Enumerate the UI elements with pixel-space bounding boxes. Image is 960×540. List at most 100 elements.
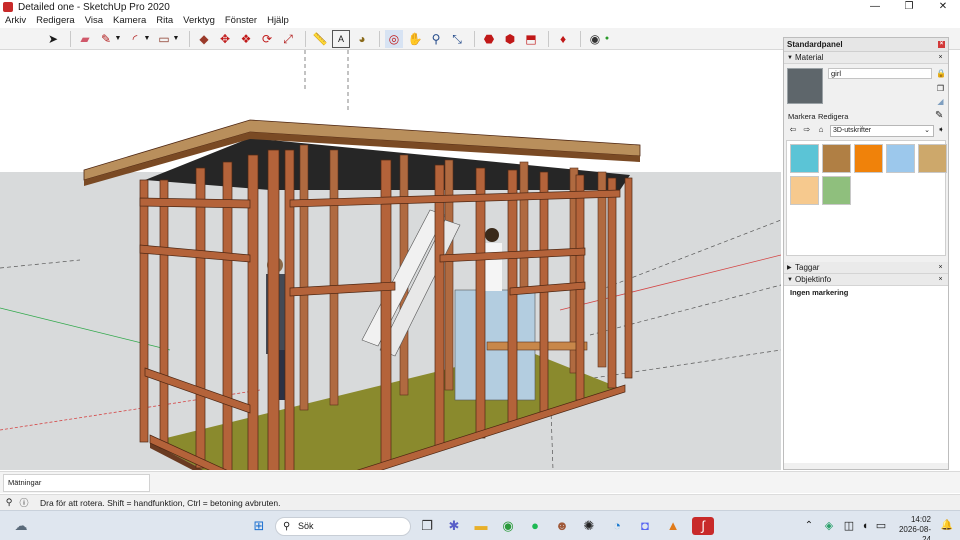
- material-swatch[interactable]: [822, 176, 851, 205]
- chrome-icon[interactable]: ◉: [499, 517, 517, 535]
- menu-verktyg[interactable]: Verktyg: [178, 14, 220, 28]
- file-explorer-icon[interactable]: ▬: [472, 517, 490, 535]
- app-icon[interactable]: ☻: [553, 517, 571, 535]
- weather-icon[interactable]: ☁: [12, 517, 30, 535]
- toolbar-divider: [548, 30, 549, 47]
- tray-app-icon[interactable]: ◈: [820, 517, 838, 535]
- back-icon[interactable]: ⇦: [788, 125, 798, 135]
- orbit-tool-icon[interactable]: ◎: [385, 29, 403, 48]
- forward-icon[interactable]: ⇨: [802, 125, 812, 135]
- tags-header[interactable]: ▶ Taggar ×: [784, 262, 948, 274]
- entity-info-header[interactable]: ▼ Objektinfo ×: [784, 274, 948, 286]
- default-material-icon[interactable]: ◢: [936, 97, 945, 106]
- create-material-icon[interactable]: ❒: [936, 84, 945, 93]
- material-swatch[interactable]: [918, 144, 947, 173]
- system-clock[interactable]: 14:02 2026-08-24: [893, 515, 931, 540]
- menu-bar: Arkiv Redigera Visa Kamera Rita Verktyg …: [0, 14, 960, 28]
- zoom-tool-icon[interactable]: ⚲: [427, 30, 445, 48]
- task-view-icon[interactable]: ❐: [418, 517, 436, 535]
- menu-redigera[interactable]: Redigera: [31, 14, 80, 28]
- sample-paint-icon[interactable]: ✎: [935, 110, 943, 121]
- chevron-up-icon[interactable]: ⌃: [800, 517, 818, 535]
- rectangle-dropdown-icon[interactable]: ▼: [173, 30, 180, 48]
- material-swatch[interactable]: [790, 176, 819, 205]
- material-swatch[interactable]: [822, 144, 851, 173]
- display-secondary-icon[interactable]: 🔒: [936, 69, 946, 78]
- tape-measure-tool-icon[interactable]: 📏: [311, 30, 329, 48]
- measurements-box[interactable]: Mätningar: [3, 474, 150, 492]
- arc-dropdown-icon[interactable]: ▼: [144, 30, 151, 48]
- details-arrow-icon[interactable]: ➧: [936, 125, 946, 135]
- close-button[interactable]: ✕: [926, 0, 960, 14]
- materials-header[interactable]: ▼ Material ×: [784, 52, 948, 64]
- paint-bucket-tool-icon[interactable]: ◕: [353, 30, 371, 48]
- collection-dropdown[interactable]: 3D-utskrifter ⌄: [830, 125, 934, 137]
- info-icon[interactable]: ⓘ: [18, 496, 30, 509]
- rotate-tool-icon[interactable]: ⟳: [258, 30, 276, 48]
- discord-icon[interactable]: ◘: [636, 517, 654, 535]
- text-tool-icon[interactable]: A: [332, 29, 350, 48]
- sketchup-taskbar-icon[interactable]: ∫: [692, 517, 714, 535]
- toolbar-divider: [580, 30, 581, 47]
- material-swatch[interactable]: [790, 144, 819, 173]
- materials-close-icon[interactable]: ×: [937, 54, 944, 61]
- vlc-icon[interactable]: ▲: [664, 517, 682, 535]
- entity-info-body: [784, 299, 948, 463]
- 3d-viewport[interactable]: [0, 50, 781, 470]
- select-tool-icon[interactable]: ➤: [44, 30, 62, 48]
- measurements-label: Mätningar: [8, 478, 42, 487]
- model-scene[interactable]: [0, 50, 781, 470]
- line-tool-icon[interactable]: ✎: [97, 30, 115, 48]
- send-to-layout-tool-icon[interactable]: ⬒: [522, 30, 540, 48]
- follow-me-tool-icon[interactable]: ❖: [237, 30, 255, 48]
- tab-select[interactable]: Markera: [788, 112, 816, 121]
- entity-info-title: Objektinfo: [795, 275, 832, 284]
- current-material-swatch[interactable]: [787, 68, 823, 104]
- menu-kamera[interactable]: Kamera: [108, 14, 151, 28]
- move-tool-icon[interactable]: ✥: [216, 30, 234, 48]
- menu-hjalp[interactable]: Hjälp: [262, 14, 294, 28]
- 3d-warehouse-tool-icon[interactable]: ⬣: [480, 30, 498, 48]
- minimize-button[interactable]: —: [858, 0, 892, 14]
- extension-manager-tool-icon[interactable]: ♦: [554, 30, 572, 48]
- collection-nav: ⇦ ⇨ ⌂ 3D-utskrifter ⌄ ➧: [784, 124, 948, 138]
- material-tabs: Markera Redigera ✎: [784, 110, 948, 124]
- start-icon[interactable]: ⊞: [250, 517, 268, 535]
- search-input[interactable]: ⚲ Sök: [275, 517, 411, 536]
- extension-warehouse-tool-icon[interactable]: ⬢: [501, 30, 519, 48]
- line-dropdown-icon[interactable]: ▼: [115, 30, 122, 48]
- eraser-tool-icon[interactable]: ▰: [76, 30, 94, 48]
- material-name-field[interactable]: girl: [828, 68, 932, 79]
- material-preview-row: girl 🔒 ❒ ◢: [784, 64, 948, 108]
- rectangle-tool-icon[interactable]: ▭: [155, 30, 173, 48]
- tags-close-icon[interactable]: ×: [937, 264, 944, 271]
- tray-close-icon[interactable]: ×: [938, 41, 945, 48]
- tab-edit[interactable]: Redigera: [818, 112, 848, 121]
- edge-icon[interactable]: ◔: [608, 517, 626, 535]
- account-status-icon[interactable]: ●: [604, 30, 610, 48]
- battery-icon[interactable]: ▭: [872, 517, 890, 535]
- arc-tool-icon[interactable]: ◜: [126, 30, 144, 48]
- zoom-extents-tool-icon[interactable]: ⤡: [448, 30, 466, 48]
- account-tool-icon[interactable]: ◉: [586, 30, 604, 48]
- menu-visa[interactable]: Visa: [80, 14, 108, 28]
- chatgpt-icon[interactable]: ✺: [580, 517, 598, 535]
- pan-tool-icon[interactable]: ✋: [406, 30, 424, 48]
- menu-arkiv[interactable]: Arkiv: [0, 14, 31, 28]
- scale-tool-icon[interactable]: ⤢: [279, 30, 297, 48]
- push-pull-tool-icon[interactable]: ◆: [195, 30, 213, 48]
- entity-info-close-icon[interactable]: ×: [937, 276, 944, 283]
- notification-bell-icon[interactable]: 🔔: [938, 517, 956, 535]
- toolbar-divider: [474, 30, 475, 47]
- tray-title: Standardpanel: [787, 40, 843, 49]
- geo-location-icon[interactable]: ⚲: [3, 497, 15, 508]
- teams-icon[interactable]: ✱: [445, 517, 463, 535]
- home-icon[interactable]: ⌂: [816, 125, 826, 135]
- material-swatch[interactable]: [854, 144, 883, 173]
- material-swatch[interactable]: [886, 144, 915, 173]
- menu-fonster[interactable]: Fönster: [220, 14, 262, 28]
- menu-rita[interactable]: Rita: [151, 14, 178, 28]
- window-controls: — ❐ ✕: [858, 0, 960, 14]
- maximize-button[interactable]: ❐: [892, 0, 926, 14]
- spotify-icon[interactable]: ●: [526, 517, 544, 535]
